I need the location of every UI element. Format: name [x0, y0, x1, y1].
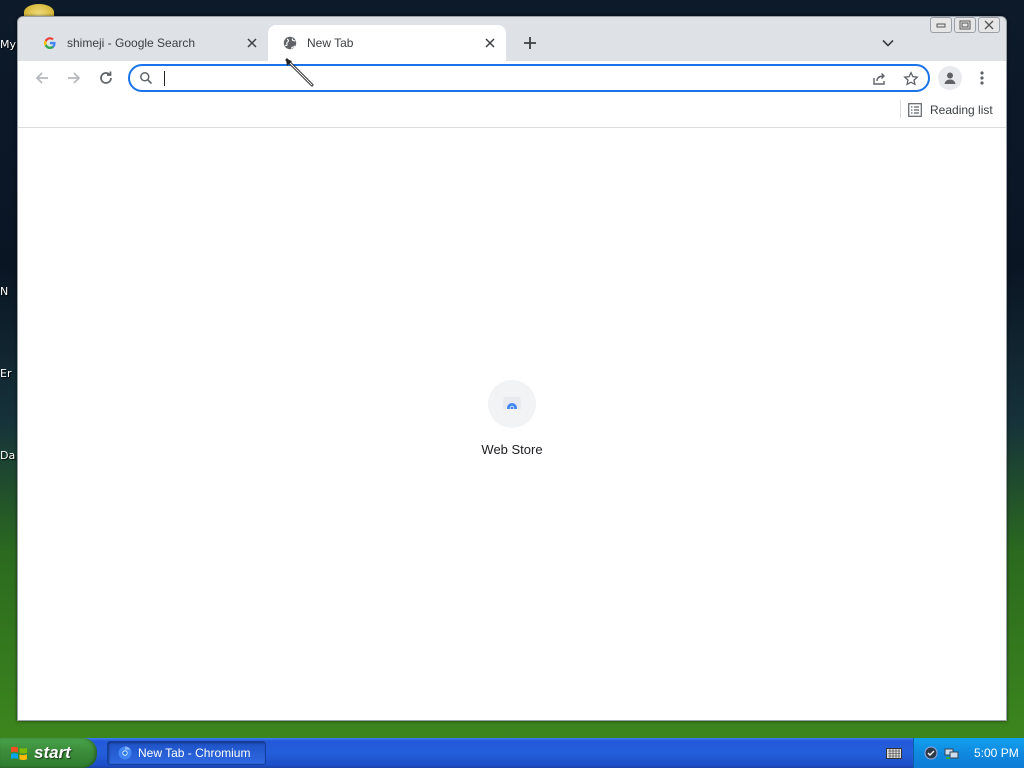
address-input[interactable] — [162, 69, 852, 87]
taskbar-item-chromium[interactable]: New Tab - Chromium — [107, 741, 266, 765]
close-tab-icon[interactable] — [480, 33, 500, 53]
reload-icon — [100, 71, 112, 84]
arrow-right-icon — [68, 72, 81, 84]
bookmark-star-button[interactable] — [900, 68, 922, 90]
clock[interactable]: 5:00 PM — [974, 746, 1019, 760]
taskbar-item-label: New Tab - Chromium — [138, 746, 251, 760]
toolbar — [18, 61, 1006, 95]
arrow-left-icon — [35, 72, 48, 84]
window-caption-buttons — [930, 17, 1000, 33]
plus-icon — [524, 37, 536, 49]
bookmarks-separator — [900, 100, 901, 118]
more-vert-icon — [980, 71, 984, 85]
tab-new-tab[interactable]: New Tab — [268, 25, 506, 61]
start-button[interactable]: start — [0, 738, 97, 768]
desktop-icon-label-2[interactable]: N — [0, 285, 18, 298]
menu-button[interactable] — [972, 66, 992, 90]
google-g-icon — [42, 35, 58, 51]
chromium-icon — [118, 746, 132, 760]
keyboard-icon[interactable] — [886, 746, 902, 760]
network-icon[interactable] — [944, 746, 960, 760]
tab-strip: shimeji - Google Search New Tab — [18, 17, 1006, 61]
person-icon — [944, 72, 956, 84]
close-tab-icon[interactable] — [242, 33, 262, 53]
back-button[interactable] — [30, 66, 54, 90]
bookmarks-bar: Reading list — [18, 95, 1006, 128]
new-tab-page: Web Store — [18, 128, 1006, 720]
share-button[interactable] — [868, 68, 890, 90]
address-bar[interactable] — [128, 64, 930, 92]
new-tab-button[interactable] — [518, 31, 542, 55]
search-icon — [140, 72, 153, 85]
share-icon — [873, 73, 885, 85]
desktop-icon-label-1[interactable]: My — [0, 38, 18, 51]
tab-search-button[interactable] — [876, 31, 900, 55]
restore-icon — [959, 20, 971, 30]
text-caret — [164, 71, 165, 86]
tab-google-search[interactable]: shimeji - Google Search — [28, 25, 268, 61]
desktop-icon-label-3[interactable]: Er — [0, 367, 18, 380]
mouse-cursor-icon — [285, 58, 314, 87]
reload-button[interactable] — [94, 66, 118, 90]
minimize-icon — [936, 23, 946, 28]
reading-list-icon — [908, 103, 922, 117]
forward-button[interactable] — [62, 66, 86, 90]
chevron-down-icon — [882, 39, 894, 47]
taskbar: start New Tab - Chromium 5:00 PM — [0, 738, 1024, 768]
reading-list-label: Reading list — [930, 103, 993, 117]
close-window-button[interactable] — [978, 17, 1000, 33]
security-shield-icon[interactable] — [924, 746, 938, 760]
tab-title: shimeji - Google Search — [67, 36, 196, 50]
system-tray: 5:00 PM — [913, 738, 1024, 768]
reading-list-button[interactable]: Reading list — [908, 100, 993, 120]
profile-button[interactable] — [938, 66, 962, 90]
windows-logo-icon — [11, 746, 27, 761]
browser-window: shimeji - Google Search New Tab Reading … — [17, 16, 1007, 721]
tab-title: New Tab — [307, 36, 354, 50]
shortcut-label: Web Store — [481, 442, 543, 457]
globe-icon — [282, 35, 298, 51]
shortcut-web-store[interactable]: Web Store — [472, 380, 552, 457]
desktop-icon-label-4[interactable]: Da — [0, 449, 18, 462]
close-icon — [984, 20, 994, 30]
start-label: start — [34, 743, 71, 762]
restore-button[interactable] — [954, 17, 976, 33]
web-store-icon — [488, 380, 536, 428]
minimize-button[interactable] — [930, 17, 952, 33]
star-icon — [903, 71, 919, 86]
